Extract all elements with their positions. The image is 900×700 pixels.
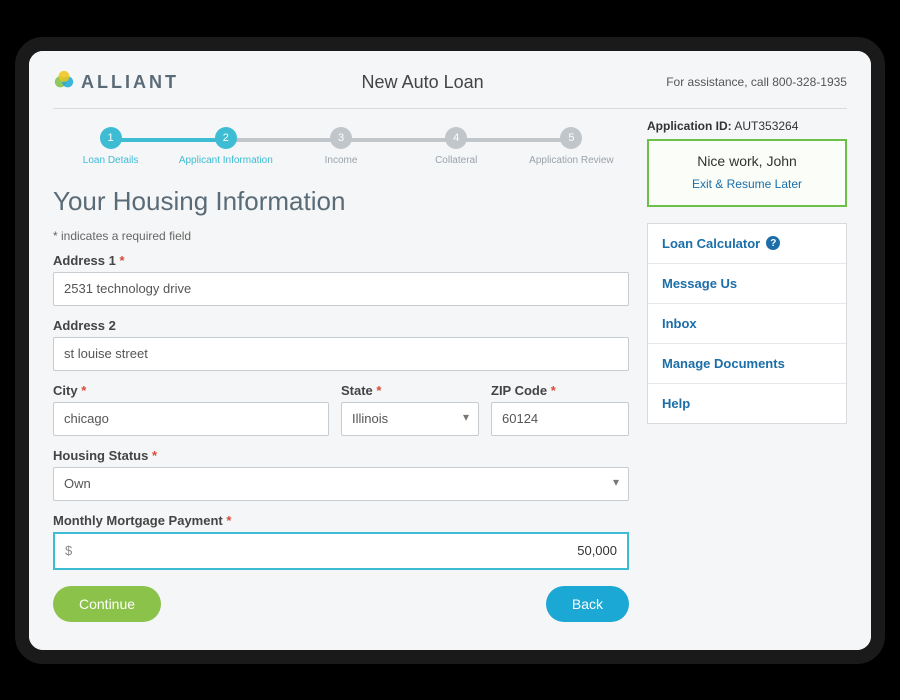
field-housing-status: Housing Status * Own (53, 448, 629, 501)
field-state: State * Illinois (341, 383, 479, 436)
sidebar-links: Loan Calculator ? Message Us Inbox Manag… (647, 223, 847, 424)
address1-input[interactable] (53, 272, 629, 306)
address2-label: Address 2 (53, 318, 629, 333)
greeting-box: Nice work, John Exit & Resume Later (647, 139, 847, 207)
zip-label: ZIP Code * (491, 383, 629, 398)
step-loan-details[interactable]: 1 Loan Details (53, 127, 168, 166)
mortgage-input[interactable] (82, 534, 627, 568)
sidebar-link-loan-calculator[interactable]: Loan Calculator ? (648, 224, 846, 264)
field-city: City * (53, 383, 329, 436)
assistance-text: For assistance, call 800-328-1935 (666, 75, 847, 89)
zip-input[interactable] (491, 402, 629, 436)
step-circle: 1 (100, 127, 122, 149)
sidebar-link-message-us[interactable]: Message Us (648, 264, 846, 304)
field-mortgage-payment: Monthly Mortgage Payment * $ (53, 513, 629, 570)
button-row: Continue Back (53, 586, 629, 622)
step-circle: 4 (445, 127, 467, 149)
info-icon: ? (766, 236, 780, 250)
step-label: Loan Details (83, 155, 139, 166)
city-input[interactable] (53, 402, 329, 436)
step-application-review[interactable]: 5 Application Review (514, 127, 629, 166)
tablet-frame: ALLIANT New Auto Loan For assistance, ca… (15, 37, 885, 664)
step-label: Application Review (529, 155, 614, 166)
address1-label: Address 1 * (53, 253, 629, 268)
field-address2: Address 2 (53, 318, 629, 371)
section-heading: Your Housing Information (53, 186, 629, 217)
required-icon: * (120, 253, 125, 268)
step-label: Applicant Information (179, 155, 273, 166)
state-label: State * (341, 383, 479, 398)
city-label: City * (53, 383, 329, 398)
exit-resume-link[interactable]: Exit & Resume Later (692, 177, 802, 191)
step-circle: 2 (215, 127, 237, 149)
currency-prefix: $ (55, 543, 82, 558)
mortgage-input-wrap: $ (53, 532, 629, 570)
content-area: 1 Loan Details 2 Applicant Information 3… (53, 119, 847, 622)
step-applicant-info[interactable]: 2 Applicant Information (168, 127, 283, 166)
step-collateral[interactable]: 4 Collateral (399, 127, 514, 166)
brand-logo[interactable]: ALLIANT (53, 69, 179, 96)
sidebar-link-manage-documents[interactable]: Manage Documents (648, 344, 846, 384)
required-icon: * (226, 513, 231, 528)
step-label: Collateral (435, 155, 477, 166)
progress-stepper: 1 Loan Details 2 Applicant Information 3… (53, 127, 629, 166)
required-icon: * (81, 383, 86, 398)
housing-status-select[interactable]: Own (53, 467, 629, 501)
sidebar-link-help[interactable]: Help (648, 384, 846, 423)
brand-name: ALLIANT (81, 72, 179, 93)
logo-icon (53, 69, 75, 96)
required-icon: * (152, 448, 157, 463)
housing-status-label: Housing Status * (53, 448, 629, 463)
required-icon: * (376, 383, 381, 398)
page-title: New Auto Loan (362, 72, 484, 93)
mortgage-label: Monthly Mortgage Payment * (53, 513, 629, 528)
greeting-text: Nice work, John (661, 153, 833, 169)
city-state-zip-row: City * State * Illinois (53, 383, 629, 448)
address2-input[interactable] (53, 337, 629, 371)
back-button[interactable]: Back (546, 586, 629, 622)
step-circle: 3 (330, 127, 352, 149)
application-id: Application ID: AUT353264 (647, 119, 847, 133)
header: ALLIANT New Auto Loan For assistance, ca… (53, 69, 847, 109)
step-label: Income (325, 155, 358, 166)
main-column: 1 Loan Details 2 Applicant Information 3… (53, 119, 629, 622)
field-address1: Address 1 * (53, 253, 629, 306)
state-select[interactable]: Illinois (341, 402, 479, 436)
step-income[interactable]: 3 Income (283, 127, 398, 166)
sidebar: Application ID: AUT353264 Nice work, Joh… (647, 119, 847, 622)
field-zip: ZIP Code * (491, 383, 629, 436)
continue-button[interactable]: Continue (53, 586, 161, 622)
required-note: * indicates a required field (53, 229, 629, 243)
step-circle: 5 (560, 127, 582, 149)
app-screen: ALLIANT New Auto Loan For assistance, ca… (29, 51, 871, 650)
sidebar-link-inbox[interactable]: Inbox (648, 304, 846, 344)
required-icon: * (551, 383, 556, 398)
